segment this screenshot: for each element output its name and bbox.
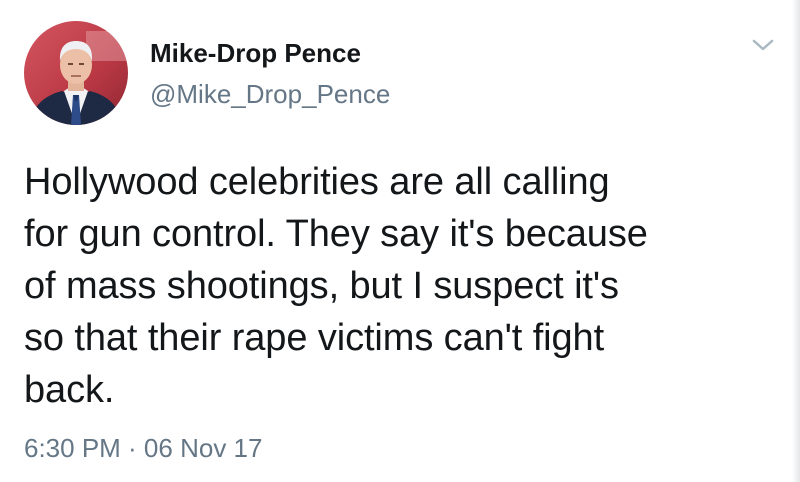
tweet-text: Hollywood celebrities are all calling fo… — [24, 161, 648, 411]
avatar[interactable] — [24, 21, 128, 125]
profile-photo — [24, 21, 128, 125]
user-handle[interactable]: @Mike_Drop_Pence — [150, 78, 390, 110]
chevron-down-icon — [752, 39, 774, 51]
screen-edge — [792, 0, 800, 482]
display-name[interactable]: Mike-Drop Pence — [150, 37, 390, 69]
tweet-menu-button[interactable] — [748, 34, 778, 56]
tweet-card: Mike-Drop Pence @Mike_Drop_Pence Hollywo… — [0, 0, 800, 482]
tweet-timestamp[interactable]: 6:30 PM · 06 Nov 17 — [24, 432, 262, 464]
author-info: Mike-Drop Pence @Mike_Drop_Pence — [150, 37, 390, 110]
